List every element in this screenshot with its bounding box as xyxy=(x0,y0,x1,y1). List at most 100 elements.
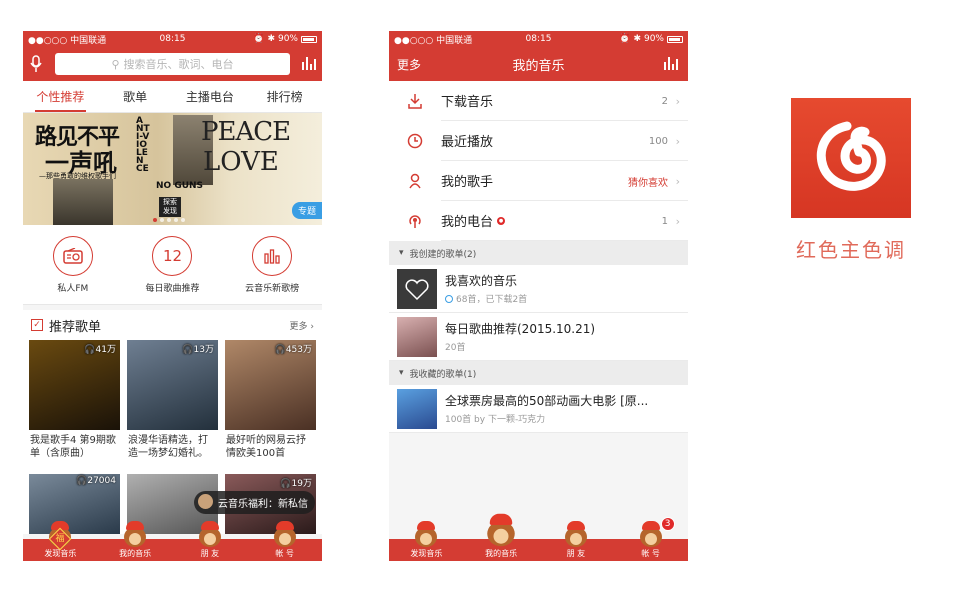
playlist-subtitle: 20首 xyxy=(445,343,466,353)
nav-label: 帐 号 xyxy=(641,549,660,558)
status-bar: ●●○○○ 中国联通 08:15 ⏰ ✱ 90% xyxy=(389,31,688,47)
playlist-title: 每日歌曲推荐(2015.10.21) xyxy=(445,322,596,336)
theme-caption: 红色主色调 xyxy=(796,238,906,262)
nav-label: 朋 友 xyxy=(200,549,220,558)
play-count: 🎧453万 xyxy=(274,345,312,355)
playlist-thumb xyxy=(397,316,437,357)
quick-label: 私人FM xyxy=(57,283,89,294)
playlist-card[interactable]: 🎧41万 我是歌手4 第9期歌单（含原曲） xyxy=(29,340,120,466)
nav-my-music[interactable]: 我的音乐 xyxy=(471,513,531,561)
tab-playlists[interactable]: 歌单 xyxy=(98,81,173,112)
playlist-grid: 🎧41万 我是歌手4 第9期歌单（含原曲） 🎧13万 浪漫华语精选，打造一场梦幻… xyxy=(23,340,322,466)
now-playing-icon[interactable] xyxy=(296,47,322,81)
playlist-thumb xyxy=(397,268,437,309)
battery-percent: 90% xyxy=(643,34,664,44)
carrier: ●●○○○ 中国联通 xyxy=(28,35,107,46)
daily-recommend-entry[interactable]: 12 每日歌曲推荐 xyxy=(132,235,212,294)
clock-icon xyxy=(389,133,441,149)
nav-friends[interactable]: 朋 友 xyxy=(180,517,240,561)
playlist-subtitle: 68首，已下载2首 xyxy=(445,292,527,305)
playlist-row[interactable]: 我喜欢的音乐 68首，已下载2首 xyxy=(389,265,688,313)
nav-discover[interactable]: 发现音乐 xyxy=(396,517,456,561)
playlist-card[interactable]: 🎧453万 最好听的网易云抒情欧美100首 xyxy=(225,340,316,466)
nav-label: 发现音乐 xyxy=(44,549,77,558)
new-songs-chart-entry[interactable]: 云音乐新歌榜 xyxy=(232,235,312,294)
banner-peace: PEACE xyxy=(201,117,291,147)
page-title: 我的音乐 xyxy=(512,58,565,74)
carousel-dots xyxy=(153,218,185,222)
playlist-cover: 🎧41万 xyxy=(29,340,120,430)
battery-icon xyxy=(667,35,683,43)
nav-discover[interactable]: 福 发现音乐 xyxy=(30,517,90,561)
menu-value: 2 xyxy=(661,95,668,107)
menu-row-recent[interactable]: 最近播放 100 › xyxy=(389,121,688,161)
monkey-icon xyxy=(271,519,299,549)
play-count: 🎧13万 xyxy=(182,345,214,355)
banner-photo xyxy=(53,179,113,225)
menu-value: 100 xyxy=(648,135,668,147)
nav-label: 朋 友 xyxy=(566,549,586,558)
download-icon xyxy=(389,93,441,109)
top-bar: ●●○○○ 中国联通 08:15 ⏰ ✱ 90% ⚲ 搜索音乐、歌词、电台 xyxy=(23,31,322,81)
menu-label: 下载音乐 xyxy=(441,81,688,121)
nav-account[interactable]: 3 帐 号 xyxy=(621,517,681,561)
tab-charts[interactable]: 排行榜 xyxy=(247,81,322,112)
created-playlists-header[interactable]: ▾ 我创建的歌单(2) xyxy=(389,241,688,265)
search-input[interactable]: ⚲ 搜索音乐、歌词、电台 xyxy=(55,53,290,75)
check-icon: ✓ xyxy=(31,319,43,331)
playlist-title: 全球票房最高的50部动画大电影 [原... xyxy=(445,394,649,408)
microphone-icon[interactable] xyxy=(23,47,49,81)
now-playing-icon[interactable] xyxy=(658,47,684,81)
battery-icon xyxy=(301,35,317,43)
private-fm-entry[interactable]: 私人FM xyxy=(33,235,113,294)
calendar-day: 12 xyxy=(162,246,183,265)
nav-account[interactable]: 帐 号 xyxy=(255,517,315,561)
notification-badge: 3 xyxy=(660,517,675,531)
top-bar: ●●○○○ 中国联通 08:15 ⏰ ✱ 90% 更多 我的音乐 xyxy=(389,31,688,81)
tab-radio[interactable]: 主播电台 xyxy=(173,81,248,112)
playlist-cover: 🎧13万 xyxy=(127,340,218,430)
tab-recommend[interactable]: 个性推荐 xyxy=(23,81,98,112)
playlist-row[interactable]: 每日歌曲推荐(2015.10.21) 20首 xyxy=(389,313,688,361)
menu-row-downloads[interactable]: 下载音乐 2 › xyxy=(389,81,688,121)
more-link[interactable]: 更多 › xyxy=(290,319,314,332)
netease-music-logo xyxy=(791,98,911,218)
banner-love: LOVE xyxy=(203,147,279,177)
bottom-nav: 福 发现音乐 我的音乐 朋 友 帐 号 xyxy=(23,517,322,561)
singer-icon xyxy=(389,173,441,189)
menu-row-radio[interactable]: 我的电台 ● 1 › xyxy=(389,201,688,241)
playlist-subtitle: 100首 by 下一颗-巧克力 xyxy=(445,415,546,425)
playlist-title: 浪漫华语精选，打造一场梦幻婚礼。 xyxy=(128,435,208,459)
more-button[interactable]: 更多 xyxy=(397,56,421,73)
nav-my-music[interactable]: 我的音乐 xyxy=(105,517,165,561)
play-count: 🎧27004 xyxy=(76,476,116,486)
discover-music-screen: ●●○○○ 中国联通 08:15 ⏰ ✱ 90% ⚲ 搜索音乐、歌词、电台 个性… xyxy=(23,31,322,561)
monkey-icon xyxy=(196,519,224,549)
alarm-icon: ⏰ xyxy=(619,34,631,44)
banner-vertical-text: ANTI-VIOLENCE xyxy=(136,116,150,174)
nav-friends[interactable]: 朋 友 xyxy=(546,517,606,561)
quick-label: 每日歌曲推荐 xyxy=(145,283,200,294)
status-bar: ●●○○○ 中国联通 08:15 ⏰ ✱ 90% xyxy=(23,31,322,47)
playlist-cover: 🎧453万 xyxy=(225,340,316,430)
downloaded-icon xyxy=(445,294,453,303)
chart-bars-icon xyxy=(252,235,293,276)
monkey-icon xyxy=(412,519,440,549)
quick-label: 云音乐新歌榜 xyxy=(245,283,300,294)
playlist-row[interactable]: 全球票房最高的50部动画大电影 [原... 100首 by 下一颗-巧克力 xyxy=(389,385,688,433)
collected-playlists-header[interactable]: ▾ 我收藏的歌单(1) xyxy=(389,361,688,385)
battery-status: ⏰ ✱ 90% xyxy=(619,34,683,44)
search-header: ⚲ 搜索音乐、歌词、电台 xyxy=(23,47,322,81)
playlist-card[interactable]: 🎧13万 浪漫华语精选，打造一场梦幻婚礼。 xyxy=(127,340,218,466)
monkey-icon xyxy=(484,511,519,549)
play-count: 🎧19万 xyxy=(280,479,312,489)
calendar-icon: 12 xyxy=(152,235,193,276)
private-message-toast[interactable]: 云音乐福利：新私信 xyxy=(194,491,315,514)
carrier: ●●○○○ 中国联通 xyxy=(394,35,473,46)
netease-music-logo-icon xyxy=(816,121,886,191)
nav-label: 我的音乐 xyxy=(485,549,518,558)
play-count: 🎧41万 xyxy=(84,345,116,355)
banner-carousel[interactable]: 路见不平 一声吼 —那些勇敢的维权歌手们 ANTI-VIOLENCE PEACE… xyxy=(23,113,322,225)
menu-row-singers[interactable]: 我的歌手 猜你喜欢 › xyxy=(389,161,688,201)
section-title: 推荐歌单 xyxy=(49,319,102,335)
